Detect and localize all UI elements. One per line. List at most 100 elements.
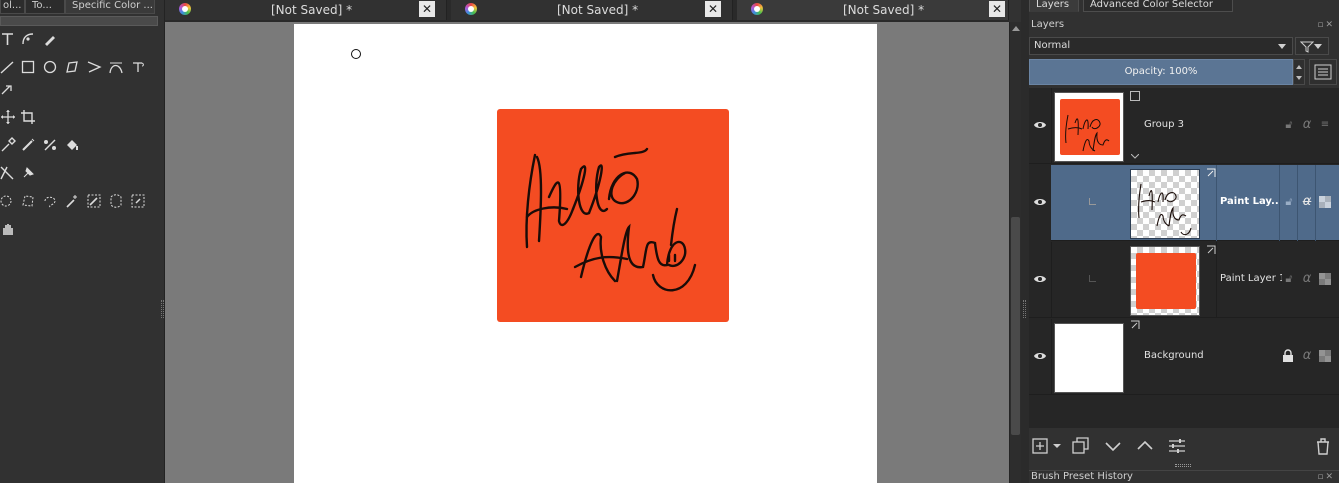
visibility-eye-icon[interactable] — [1033, 272, 1047, 286]
ellipse-tool-icon[interactable] — [42, 59, 58, 75]
calligraphy-tool-icon[interactable] — [42, 31, 58, 47]
alpha-lock-icon[interactable]: α — [1300, 349, 1314, 363]
duplicate-icon — [1072, 437, 1089, 454]
close-tab-icon[interactable]: ✕ — [419, 1, 435, 17]
document-tab-title: [Not Saved] * — [843, 3, 925, 17]
layer-row-background[interactable]: Background α — [1029, 319, 1339, 395]
gradient-tool-icon[interactable] — [42, 137, 58, 153]
alpha-lock-icon[interactable]: α — [1300, 272, 1314, 286]
layer-row-group-3[interactable]: Group 3 🔓︎ α ≡ — [1029, 88, 1339, 164]
pass-through-icon[interactable]: ≡ — [1318, 118, 1332, 132]
delete-layer-button[interactable] — [1314, 437, 1332, 455]
visibility-eye-icon[interactable] — [1033, 195, 1047, 209]
paint-layer-type-icon — [1207, 168, 1216, 177]
visibility-eye-icon[interactable] — [1033, 118, 1047, 132]
inherit-alpha-icon[interactable] — [1319, 273, 1331, 285]
document-tab-1[interactable]: [Not Saved] * ✕ — [165, 0, 447, 20]
canvas-vertical-scrollbar[interactable] — [1009, 22, 1021, 483]
tab-layers[interactable]: Layers — [1029, 0, 1079, 12]
layer-actions-bar — [1029, 430, 1339, 460]
text-tool-icon[interactable] — [0, 31, 16, 47]
scroll-up-arrow-icon[interactable] — [1012, 26, 1020, 31]
layer-view-options-button[interactable] — [1309, 59, 1337, 85]
alpha-lock-icon[interactable]: α — [1300, 118, 1314, 132]
scrollbar-thumb[interactable] — [1011, 217, 1020, 435]
docker-tab-tools[interactable]: To... — [25, 0, 65, 14]
lock-open-icon[interactable]: 🔓︎ — [1282, 272, 1296, 286]
toolbox-resize-grip[interactable] — [161, 300, 164, 318]
document-tab-3[interactable]: [Not Saved] * ✕ — [737, 0, 1009, 20]
freehand-selection-tool-icon[interactable] — [42, 193, 58, 209]
contiguous-selection-tool-icon[interactable] — [64, 193, 80, 209]
elliptical-selection-tool-icon[interactable] — [0, 193, 16, 209]
child-indent-marker — [1089, 275, 1096, 282]
polyline-tool-icon[interactable] — [86, 59, 102, 75]
add-layer-button[interactable] — [1032, 437, 1050, 455]
lock-open-icon[interactable]: 🔓︎ — [1282, 195, 1296, 209]
docker-splitter[interactable] — [1021, 0, 1029, 483]
docker-drag-handle[interactable] — [1175, 464, 1191, 467]
column-divider — [1051, 319, 1052, 395]
move-tool-icon[interactable] — [0, 109, 16, 125]
splitter-grip[interactable] — [1023, 300, 1026, 318]
visibility-eye-icon[interactable] — [1033, 349, 1047, 363]
layer-list: Group 3 🔓︎ α ≡ Paint Lay... 🔓︎ α Paint L… — [1029, 88, 1339, 428]
opacity-slider[interactable]: Opacity: 100% — [1029, 59, 1293, 85]
edit-shapes-tool-icon[interactable] — [20, 31, 36, 47]
alpha-lock-icon[interactable]: α — [1300, 195, 1314, 209]
layers-docker: Layers Advanced Color Selector Layers ▫✕… — [1029, 0, 1339, 483]
docker-tab-1[interactable]: ol... — [0, 0, 25, 14]
chevron-down-icon[interactable] — [1053, 444, 1061, 449]
canvas-area[interactable] — [165, 22, 1009, 483]
tab-advanced-color-selector[interactable]: Advanced Color Selector — [1083, 0, 1233, 12]
layer-thumbnail — [1054, 92, 1124, 162]
magnetic-selection-tool-icon[interactable] — [130, 193, 146, 209]
pan-tool-icon[interactable] — [0, 221, 16, 237]
similar-selection-tool-icon[interactable] — [86, 193, 102, 209]
layer-row-paint-layer-selected[interactable]: Paint Lay... 🔓︎ α — [1029, 165, 1339, 241]
bezier-selection-tool-icon[interactable] — [108, 193, 124, 209]
move-layer-down-button[interactable] — [1104, 437, 1122, 455]
group-collapse-chevron-icon[interactable] — [1131, 154, 1139, 159]
bezier-tool-icon[interactable] — [108, 59, 124, 75]
inherit-alpha-icon[interactable] — [1319, 196, 1331, 208]
dynamic-brush-tool-icon[interactable] — [0, 80, 16, 96]
brush-preset-history-docker: Brush Preset History ▫✕ — [1029, 470, 1339, 483]
opacity-spinner[interactable] — [1293, 59, 1305, 85]
lock-closed-icon[interactable] — [1282, 349, 1294, 362]
docker-float-close-icons[interactable]: ▫✕ — [1313, 20, 1335, 30]
layer-filter-button[interactable] — [1295, 37, 1329, 55]
inherit-alpha-icon[interactable] — [1319, 350, 1331, 362]
column-divider — [1051, 88, 1052, 164]
close-tab-icon[interactable]: ✕ — [989, 1, 1005, 17]
polygon-tool-icon[interactable] — [64, 59, 80, 75]
document-tab-2[interactable]: [Not Saved] * ✕ — [451, 0, 733, 20]
layer-properties-button[interactable] — [1168, 437, 1186, 455]
fill-tool-icon[interactable] — [64, 137, 80, 153]
duplicate-layer-button[interactable] — [1072, 437, 1090, 455]
toolbox-filter-bar[interactable] — [0, 16, 158, 26]
reference-images-tool-icon[interactable] — [20, 165, 36, 181]
blending-mode-select[interactable]: Normal — [1029, 37, 1293, 55]
layer-name: Background — [1144, 350, 1204, 361]
rectangle-tool-icon[interactable] — [20, 59, 36, 75]
column-divider — [1216, 242, 1217, 318]
handwriting-strokes — [525, 147, 697, 292]
color-picker-tool-icon[interactable] — [0, 137, 16, 153]
polygonal-selection-tool-icon[interactable] — [20, 193, 36, 209]
spin-down-icon[interactable] — [1296, 76, 1302, 80]
lock-open-icon[interactable]: 🔓︎ — [1282, 118, 1296, 132]
layer-row-paint-layer-1[interactable]: Paint Layer 1 🔓︎ α — [1029, 242, 1339, 318]
document-canvas[interactable] — [294, 24, 877, 483]
assistant-tool-icon[interactable] — [0, 165, 16, 181]
line-tool-icon[interactable] — [0, 59, 16, 75]
move-layer-up-button[interactable] — [1136, 437, 1154, 455]
spin-up-icon[interactable] — [1296, 65, 1302, 69]
smart-patch-tool-icon[interactable] — [20, 137, 36, 153]
close-tab-icon[interactable]: ✕ — [705, 1, 721, 17]
docker-float-close-icons[interactable]: ▫✕ — [1313, 472, 1335, 482]
crop-tool-icon[interactable] — [20, 109, 36, 125]
document-tab-bar: [Not Saved] * ✕ [Not Saved] * ✕ [Not Sav… — [165, 0, 1009, 22]
freehand-path-tool-icon[interactable] — [130, 59, 146, 75]
docker-tab-specific-color[interactable]: Specific Color ... — [65, 0, 155, 14]
